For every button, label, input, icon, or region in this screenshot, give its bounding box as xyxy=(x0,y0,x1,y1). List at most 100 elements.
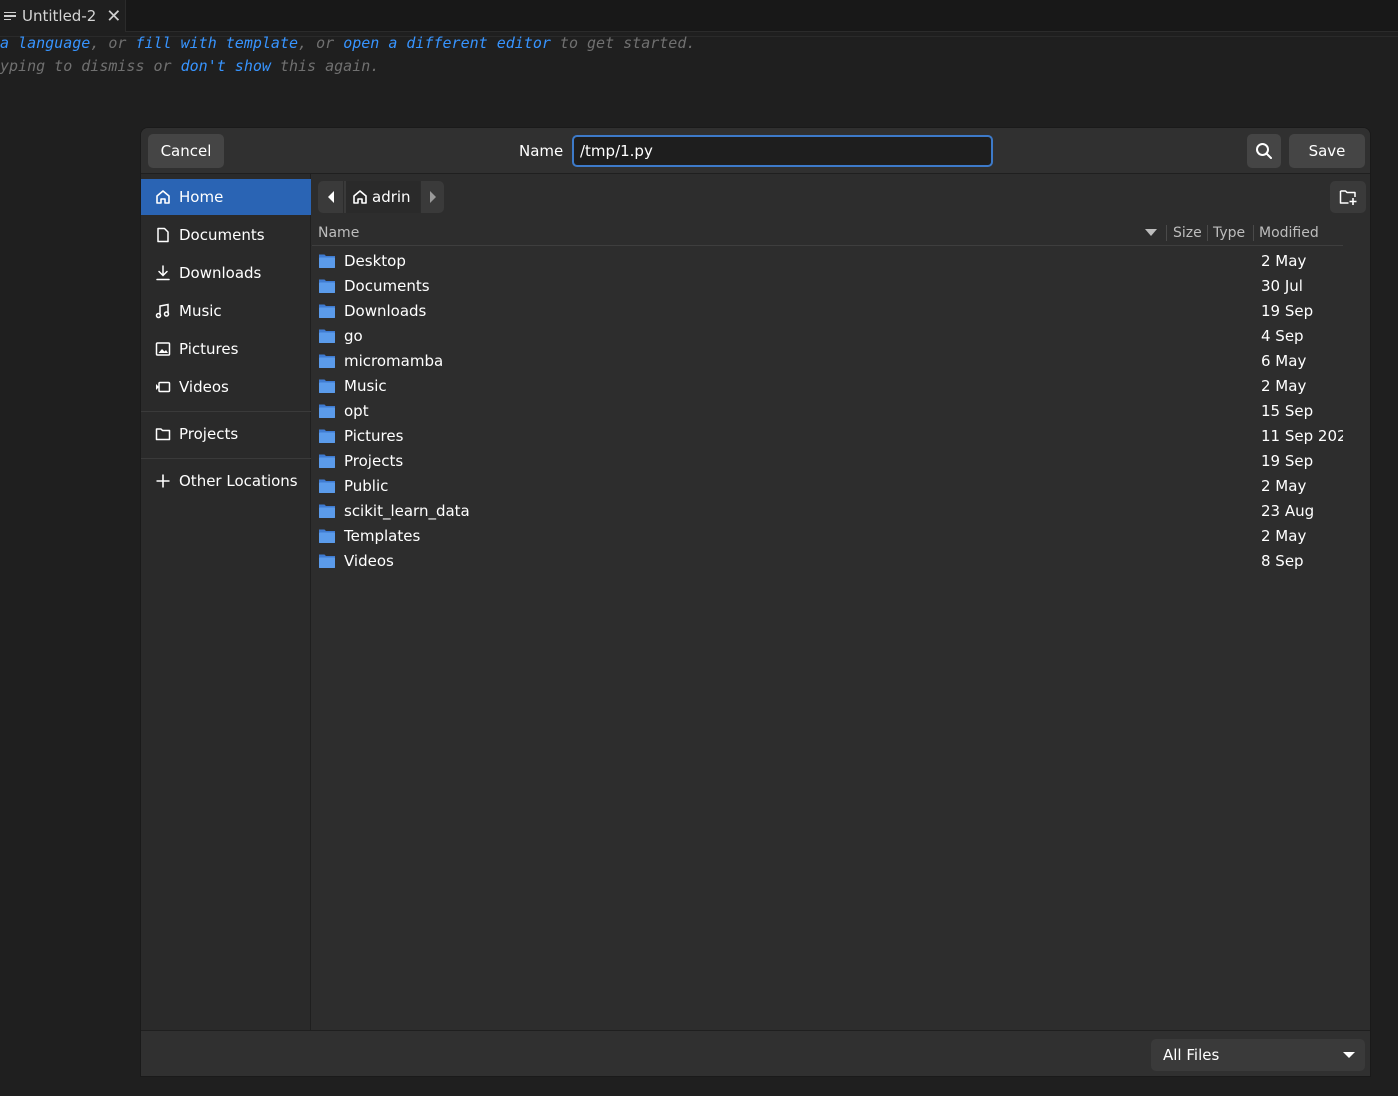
sidebar-item-label: Downloads xyxy=(179,264,262,282)
hint-text: to get started. xyxy=(550,34,696,52)
save-file-dialog: Cancel Name Save Home Documents xyxy=(140,127,1371,1077)
chevron-left-icon xyxy=(327,191,334,203)
file-name: Downloads xyxy=(344,302,427,320)
home-icon xyxy=(353,190,367,204)
name-label: Name xyxy=(519,142,564,160)
file-modified: 11 Sep 2023 xyxy=(1261,427,1357,445)
file-row[interactable]: Videos 8 Sep xyxy=(312,549,1343,574)
file-name: opt xyxy=(344,402,369,420)
file-row[interactable]: Desktop 2 May xyxy=(312,249,1343,274)
column-separator xyxy=(1253,225,1254,241)
document-icon xyxy=(155,227,171,243)
file-row[interactable]: scikit_learn_data 23 Aug xyxy=(312,499,1343,524)
file-modified: 19 Sep xyxy=(1261,452,1314,470)
folder-desktop-icon xyxy=(319,254,335,268)
file-modified: 6 May xyxy=(1261,352,1307,370)
folder-icon xyxy=(319,329,335,343)
column-header-name[interactable]: Name xyxy=(318,221,359,245)
file-row[interactable]: Pictures 11 Sep 2023 xyxy=(312,424,1356,449)
hint-text: yping to dismiss or xyxy=(0,57,181,75)
video-icon xyxy=(155,379,171,395)
file-name: Public xyxy=(344,477,389,495)
file-type-filter-select[interactable]: All Files xyxy=(1151,1039,1365,1071)
column-separator xyxy=(1207,225,1208,241)
folder-downloads-icon xyxy=(319,304,335,318)
file-name: Desktop xyxy=(344,252,406,270)
file-modified: 2 May xyxy=(1261,527,1307,545)
editor-tab-title: Untitled-2 xyxy=(22,7,97,25)
hint-text: this again. xyxy=(270,57,380,75)
column-header-type[interactable]: Type xyxy=(1213,221,1245,245)
folder-pictures-icon xyxy=(319,429,335,443)
search-icon xyxy=(1256,143,1272,159)
search-button[interactable] xyxy=(1247,134,1281,168)
sidebar-item-label: Projects xyxy=(179,425,239,443)
hint-link[interactable]: open a different editor xyxy=(343,34,551,52)
file-lines-icon xyxy=(4,11,16,21)
folder-icon xyxy=(319,454,335,468)
path-scroll-right-button[interactable] xyxy=(420,181,444,213)
cancel-button[interactable]: Cancel xyxy=(148,134,224,168)
sidebar-item-music[interactable]: Music xyxy=(141,293,311,329)
file-row[interactable]: Public 2 May xyxy=(312,474,1343,499)
file-modified: 30 Jul xyxy=(1261,277,1303,295)
file-modified: 23 Aug xyxy=(1261,502,1315,520)
filename-input[interactable] xyxy=(572,135,993,167)
editor-hint-line-1: a language, or fill with template, or op… xyxy=(0,34,695,52)
file-name: go xyxy=(344,327,363,345)
close-icon[interactable]: ✕ xyxy=(106,6,121,27)
editor-tab[interactable]: Untitled-2 ✕ xyxy=(0,0,126,32)
file-modified: 2 May xyxy=(1261,477,1307,495)
file-modified: 2 May xyxy=(1261,252,1307,270)
hint-text: , or xyxy=(90,34,136,52)
sidebar-item-pictures[interactable]: Pictures xyxy=(141,331,311,367)
folder-icon xyxy=(319,354,335,368)
new-folder-button[interactable] xyxy=(1330,181,1366,213)
music-icon xyxy=(155,303,171,319)
file-name: Templates xyxy=(344,527,421,545)
file-name: scikit_learn_data xyxy=(344,502,470,520)
sidebar-item-downloads[interactable]: Downloads xyxy=(141,255,311,291)
sidebar-item-documents[interactable]: Documents xyxy=(141,217,311,253)
column-header-modified[interactable]: Modified xyxy=(1259,221,1319,245)
folder-icon xyxy=(319,504,335,518)
hint-link[interactable]: fill with template xyxy=(135,34,298,52)
sidebar-item-videos[interactable]: Videos xyxy=(141,369,311,405)
sort-descending-icon[interactable] xyxy=(1145,229,1157,237)
file-row[interactable]: Documents 30 Jul xyxy=(312,274,1343,299)
sidebar-item-home[interactable]: Home xyxy=(141,179,311,215)
plus-icon xyxy=(155,473,171,489)
folder-icon xyxy=(319,404,335,418)
chevron-down-icon xyxy=(1343,1052,1355,1058)
sidebar-item-projects[interactable]: Projects xyxy=(141,416,311,452)
hint-link[interactable]: don't show xyxy=(181,57,271,75)
sidebar-separator xyxy=(141,458,311,459)
file-row[interactable]: opt 15 Sep xyxy=(312,399,1343,424)
file-row[interactable]: Projects 19 Sep xyxy=(312,449,1343,474)
path-button-home[interactable]: adrin xyxy=(346,181,420,213)
new-folder-icon xyxy=(1339,190,1357,205)
file-row[interactable]: go 4 Sep xyxy=(312,324,1343,349)
file-row[interactable]: Templates 2 May xyxy=(312,524,1343,549)
column-header-row: Name Size Type Modified xyxy=(312,221,1343,246)
sidebar-item-other-locations[interactable]: Other Locations xyxy=(141,463,311,499)
file-list-scrollbar[interactable] xyxy=(1343,221,1370,1030)
save-button[interactable]: Save xyxy=(1289,134,1365,168)
file-list: Name Size Type Modified Desktop 2 May Docu… xyxy=(312,221,1356,1030)
path-scroll-left-button[interactable] xyxy=(318,181,344,213)
download-icon xyxy=(155,265,171,281)
sidebar-item-label: Music xyxy=(179,302,222,320)
file-name: Pictures xyxy=(344,427,404,445)
column-header-size[interactable]: Size xyxy=(1173,221,1202,245)
folder-public-icon xyxy=(319,479,335,493)
hint-link[interactable]: a language xyxy=(0,34,90,52)
picture-icon xyxy=(155,341,171,357)
places-sidebar: Home Documents Downloads Music Pictures xyxy=(141,174,311,1030)
file-name: Music xyxy=(344,377,387,395)
file-modified: 8 Sep xyxy=(1261,552,1304,570)
file-row[interactable]: Music 2 May xyxy=(312,374,1343,399)
file-row[interactable]: Downloads 19 Sep xyxy=(312,299,1343,324)
file-modified: 19 Sep xyxy=(1261,302,1314,320)
file-row[interactable]: micromamba 6 May xyxy=(312,349,1343,374)
column-separator xyxy=(1166,225,1167,241)
